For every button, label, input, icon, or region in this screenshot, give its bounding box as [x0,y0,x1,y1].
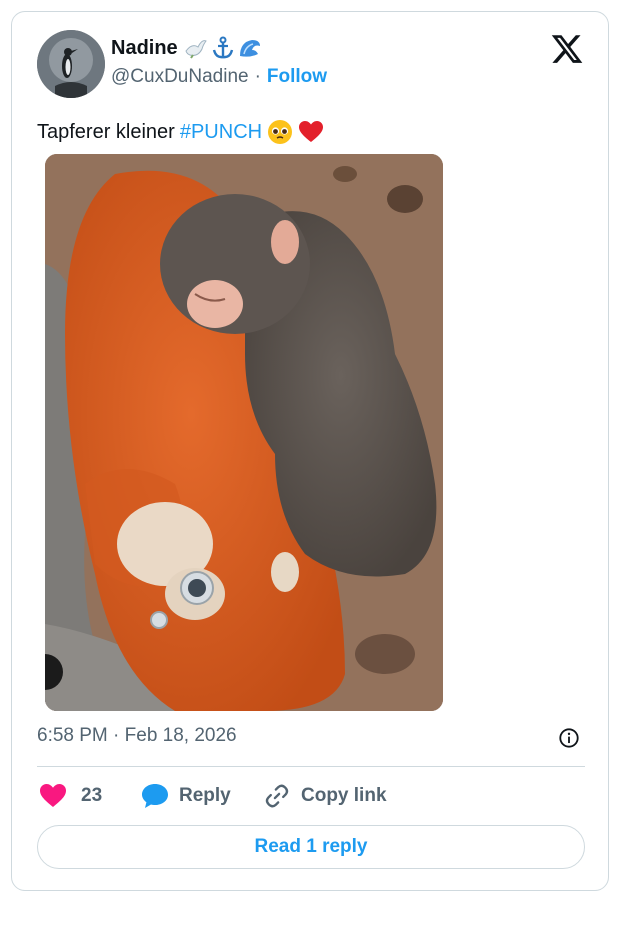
tweet-media-image[interactable] [45,154,443,711]
link-icon [265,784,289,808]
monkey-with-plush-photo [45,154,443,711]
wave-icon [239,40,260,57]
reply-button[interactable]: Reply [141,781,231,811]
tweet-text: Tapferer kleiner #PUNCH [37,119,324,145]
tweet-body: Tapferer kleiner [37,120,175,143]
x-logo-icon[interactable] [550,32,584,66]
tweet-actions: 23 Reply Copy link [37,781,585,811]
pleading-face-icon [268,120,293,144]
tweet-timestamp[interactable]: 6:58 PM · Feb 18, 2026 [37,725,237,747]
author-handle[interactable]: @CuxDuNadine [111,66,249,88]
penguin-avatar-icon [37,30,105,98]
read-replies-button[interactable]: Read 1 reply [37,825,585,869]
heart-icon [40,784,66,807]
dove-icon [185,40,207,59]
info-icon[interactable] [558,727,580,749]
reply-label: Reply [179,785,231,806]
reply-bubble-icon [142,784,168,808]
follow-button[interactable]: Follow [267,66,327,88]
like-count: 23 [81,785,103,806]
copy-link-label: Copy link [301,785,387,806]
hashtag-link[interactable]: #PUNCH [180,121,262,144]
author-name[interactable]: Nadine [111,37,178,60]
divider [37,766,585,767]
tweet-card: Nadine @CuxDuNadine · Follow Tapferer kl… [11,11,609,891]
avatar[interactable] [37,30,105,98]
author-handle-row: @CuxDuNadine · Follow [111,66,327,88]
separator-dot: · [254,66,261,87]
anchor-icon [212,36,233,59]
author-emojis [184,36,262,60]
like-button[interactable]: 23 [39,781,102,811]
red-heart-icon [299,121,324,142]
author-name-row: Nadine [111,36,262,60]
copy-link-button[interactable]: Copy link [263,781,387,811]
